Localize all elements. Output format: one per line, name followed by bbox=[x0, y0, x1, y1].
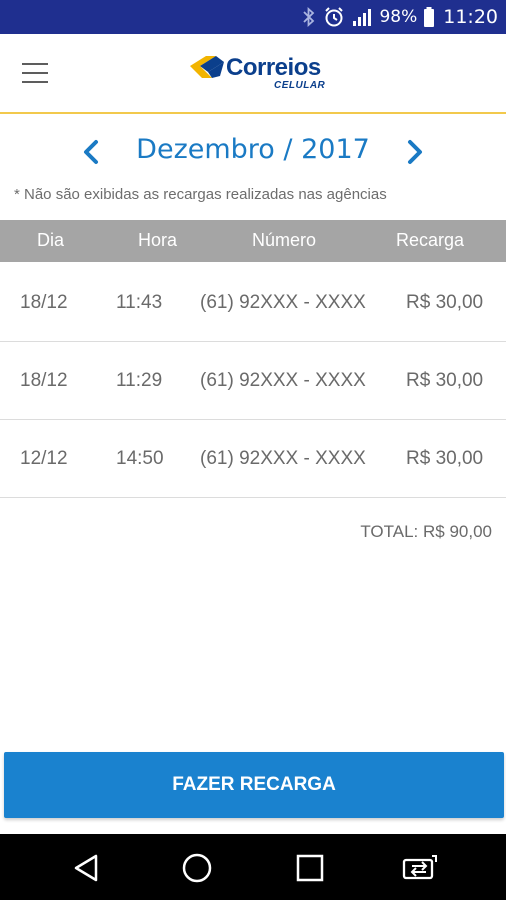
brand-name: Correios bbox=[226, 54, 321, 81]
chevron-right-icon[interactable] bbox=[400, 136, 428, 168]
hamburger-menu-icon[interactable] bbox=[22, 58, 58, 88]
cell-hora: 14:50 bbox=[116, 448, 164, 469]
cell-recarga: R$ 30,00 bbox=[406, 448, 484, 469]
switch-sim-icon[interactable] bbox=[400, 848, 440, 888]
system-nav-bar bbox=[0, 834, 506, 900]
header-numero: Número bbox=[252, 230, 317, 250]
table-row: 12/12 14:50 (61) 92XXX - XXXX R$ 30,00 bbox=[0, 420, 506, 498]
brand-sub: CELULAR bbox=[274, 80, 326, 91]
table-row: 18/12 11:29 (61) 92XXX - XXXX R$ 30,00 bbox=[0, 342, 506, 420]
total-label: TOTAL: R$ 90,00 bbox=[360, 522, 492, 541]
back-icon[interactable] bbox=[66, 848, 106, 888]
signal-icon bbox=[351, 7, 373, 27]
table-row: 18/12 11:43 (61) 92XXX - XXXX R$ 30,00 bbox=[0, 264, 506, 342]
correios-logo-icon bbox=[190, 56, 224, 78]
cell-numero: (61) 92XXX - XXXX bbox=[200, 370, 366, 391]
app-bar: Correios CELULAR bbox=[0, 34, 506, 114]
cell-numero: (61) 92XXX - XXXX bbox=[200, 448, 366, 469]
cell-dia: 12/12 bbox=[20, 448, 68, 469]
header-recarga: Recarga bbox=[396, 230, 465, 250]
notice-text: * Não são exibidas as recargas realizada… bbox=[14, 186, 387, 203]
cell-recarga: R$ 30,00 bbox=[406, 370, 484, 391]
recents-icon[interactable] bbox=[290, 848, 330, 888]
cell-dia: 18/12 bbox=[20, 292, 68, 313]
cell-hora: 11:29 bbox=[116, 370, 163, 391]
alarm-icon bbox=[323, 6, 345, 28]
cell-hora: 11:43 bbox=[116, 292, 163, 313]
correios-logo: Correios CELULAR bbox=[186, 50, 326, 98]
cell-dia: 18/12 bbox=[20, 370, 68, 391]
battery-percent: 98% bbox=[379, 7, 418, 27]
status-bar: 98% 11:20 bbox=[0, 0, 506, 34]
header-hora: Hora bbox=[138, 230, 178, 250]
fazer-recarga-button[interactable]: FAZER RECARGA bbox=[4, 752, 504, 818]
home-icon[interactable] bbox=[177, 848, 217, 888]
battery-icon bbox=[423, 6, 435, 28]
screen: 98% 11:20 Correios CELULAR Dezembro / 20… bbox=[0, 0, 506, 900]
header-dia: Dia bbox=[37, 230, 65, 250]
clock: 11:20 bbox=[443, 6, 498, 28]
bluetooth-icon bbox=[301, 7, 317, 27]
table-header: Dia Hora Número Recarga bbox=[0, 220, 506, 262]
month-selector: Dezembro / 2017 bbox=[0, 124, 506, 180]
cell-numero: (61) 92XXX - XXXX bbox=[200, 292, 366, 313]
chevron-left-icon[interactable] bbox=[78, 136, 106, 168]
cell-recarga: R$ 30,00 bbox=[406, 292, 484, 313]
month-title: Dezembro / 2017 bbox=[136, 134, 370, 165]
